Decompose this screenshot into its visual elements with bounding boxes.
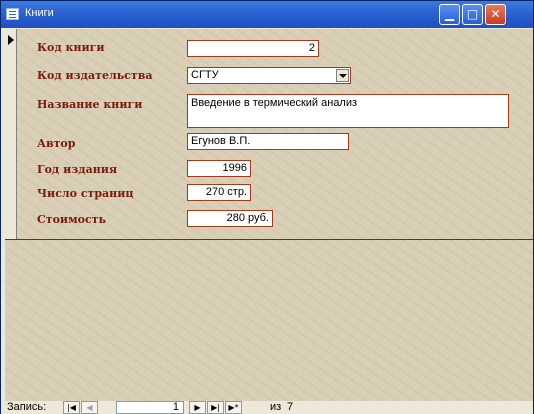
record-navigation-bar: Запись: |◀ ◀ 1 ▶ ▶| ▶* из 7 [1,401,533,414]
close-button[interactable]: ✕ [485,4,506,25]
publisher-code-value: СГТУ [191,69,219,81]
publication-year-field[interactable]: 1996 [187,160,251,177]
maximize-icon: □ [466,7,479,21]
record-label: Запись: [7,401,47,413]
form-icon [6,8,19,20]
next-record-icon: ▶ [194,403,201,412]
minimize-button[interactable]: ▁ [439,4,460,25]
last-record-icon: ▶| [211,403,220,412]
current-record-input[interactable]: 1 [116,401,184,414]
previous-record-icon: ◀ [86,403,93,412]
close-icon: ✕ [490,7,501,21]
chevron-down-icon[interactable] [336,69,349,82]
first-record-button[interactable]: |◀ [63,401,80,414]
access-form-window: Книги ▁ □ ✕ Код книги 2 Код издательства… [0,0,534,414]
form-detail-section: Код книги 2 Код издательства СГТУ Назван… [17,29,533,239]
first-record-icon: |◀ [67,403,76,412]
book-code-field[interactable]: 2 [187,40,319,57]
book-title-label: Название книги [37,98,143,111]
last-record-button[interactable]: ▶| [207,401,224,414]
book-code-label: Код книги [37,41,105,54]
author-field[interactable]: Егунов В.П. [187,133,349,150]
record-total: 7 [287,401,294,413]
publication-year-label: Год издания [37,163,118,176]
record-selector[interactable] [5,29,17,239]
title-bar[interactable]: Книги ▁ □ ✕ [1,1,533,28]
maximize-button[interactable]: □ [462,4,483,25]
page-count-label: Число страниц [37,187,134,200]
new-record-button[interactable]: ▶* [225,401,242,414]
author-label: Автор [37,137,76,150]
page-count-field[interactable]: 270 стр. [187,184,251,201]
minimize-icon: ▁ [444,7,455,21]
price-label: Стоимость [37,213,106,226]
form-empty-area [5,239,533,402]
price-field[interactable]: 280 руб. [187,210,273,227]
current-record-icon [8,35,14,45]
record-of-label: из [270,401,282,413]
new-record-icon: ▶* [228,403,239,412]
next-record-button[interactable]: ▶ [189,401,206,414]
window-title: Книги [25,7,54,19]
book-title-field[interactable]: Введение в термический анализ [187,94,509,128]
publisher-code-combo[interactable]: СГТУ [187,67,351,84]
previous-record-button[interactable]: ◀ [81,401,98,414]
publisher-code-label: Код издательства [37,69,153,82]
